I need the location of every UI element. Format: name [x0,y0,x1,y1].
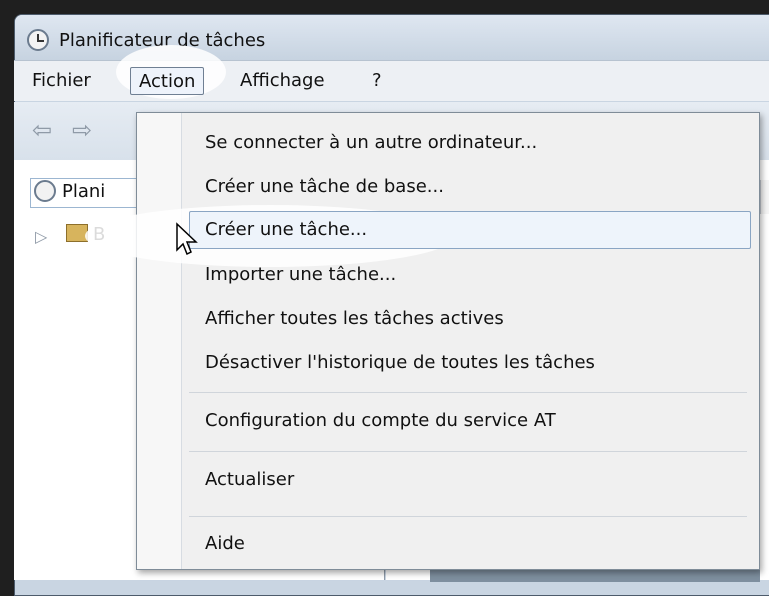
scheduler-root-icon [34,180,56,202]
menu-bar: Fichier Action Affichage ? [14,45,769,101]
clock-icon [27,29,49,51]
expand-arrow-icon[interactable]: ▷ [35,227,47,246]
menu-separator [189,451,747,452]
menu-gutter [137,113,182,569]
menu-action[interactable]: Action [130,67,205,95]
forward-arrow-icon[interactable]: ⇨ [72,118,100,142]
menu-item-disable-history[interactable]: Désactiver l'historique de toutes les tâ… [205,347,595,379]
back-arrow-icon[interactable]: ⇦ [32,118,60,142]
background-panel-header [760,180,769,214]
mouse-cursor-icon [176,222,198,256]
menu-separator [189,392,747,393]
menu-help[interactable]: ? [364,67,390,95]
menu-separator [189,516,747,517]
menu-item-at-service-config[interactable]: Configuration du compte du service AT [205,405,556,437]
menu-affichage[interactable]: Affichage [232,67,333,95]
action-dropdown-menu: Se connecter à un autre ordinateur... Cr… [85,112,760,570]
menu-item-show-active-tasks[interactable]: Afficher toutes les tâches actives [205,303,504,335]
menu-item-import-task[interactable]: Importer une tâche... [205,259,396,291]
menu-item-connect-computer[interactable]: Se connecter à un autre ordinateur... [205,127,537,159]
menu-item-create-basic-task[interactable]: Créer une tâche de base... [205,171,444,203]
tree-root-label[interactable]: Plani [62,181,105,202]
menu-item-help[interactable]: Aide [205,528,245,560]
menu-fichier[interactable]: Fichier [24,67,99,95]
menu-item-create-task[interactable]: Créer une tâche... [205,214,367,246]
menu-item-refresh[interactable]: Actualiser [205,464,294,496]
